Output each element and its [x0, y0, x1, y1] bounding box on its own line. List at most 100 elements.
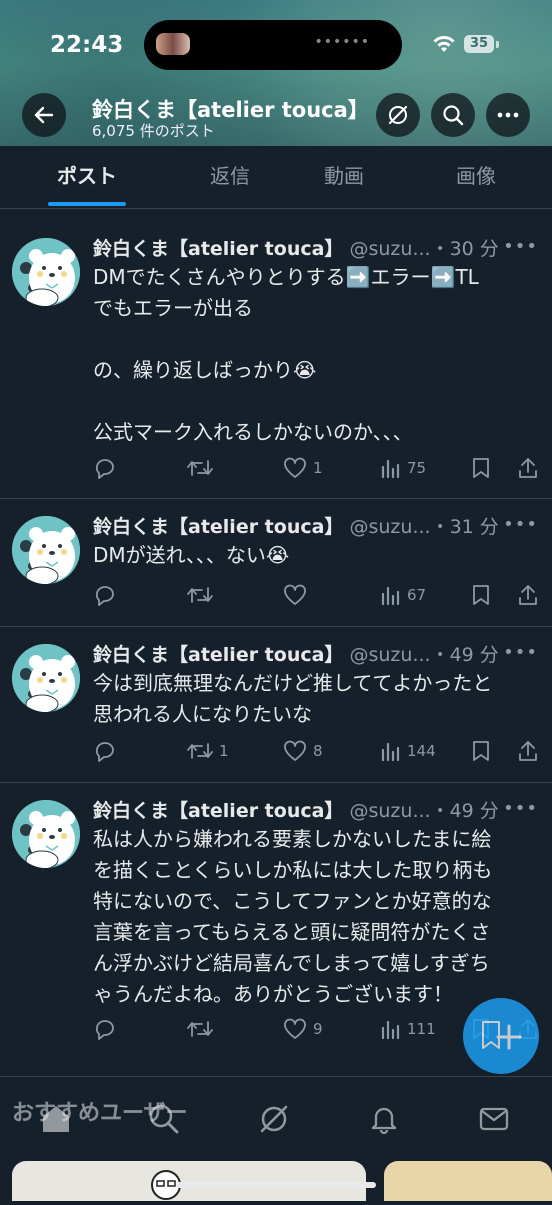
tweet-text-line: DMが送れ、、、ない😭	[93, 543, 290, 567]
repost-button[interactable]	[187, 582, 219, 608]
avatar[interactable]	[12, 238, 80, 306]
tweet-time: ・49 分	[430, 800, 499, 822]
tweet-more-icon[interactable]: •••	[503, 798, 538, 819]
views-button[interactable]: 75	[379, 455, 426, 481]
like-button[interactable]: 9	[283, 1016, 323, 1042]
tweet-actions: 1 8 144	[93, 738, 545, 764]
avatar[interactable]	[12, 516, 80, 584]
avatar[interactable]	[12, 644, 80, 712]
tweet-text-line: 言葉を言ってもらえると頭に疑問符がたくさ	[93, 920, 491, 944]
tweet-text-line: 特にないので、こうしてファンとか好意的な	[93, 889, 492, 913]
search-button[interactable]	[431, 93, 475, 137]
author-name[interactable]: 鈴白くま【atelier touca】	[93, 644, 343, 666]
dynamic-island: ••••••	[144, 20, 402, 70]
tweet-header: 鈴白くま【atelier touca】 @suzu...・49 分	[93, 640, 499, 667]
tab-replies[interactable]: 返信	[188, 146, 272, 208]
back-button[interactable]	[22, 93, 66, 137]
active-tab-indicator	[48, 202, 126, 206]
bookmark-icon	[473, 741, 489, 761]
author-handle: @suzu...	[349, 800, 431, 822]
like-count: 9	[313, 1020, 323, 1038]
grok-button[interactable]	[376, 93, 420, 137]
reply-button[interactable]	[93, 1016, 123, 1042]
bookmark-button[interactable]	[471, 455, 491, 481]
views-button[interactable]: 67	[379, 582, 426, 608]
views-button[interactable]: 111	[379, 1016, 436, 1042]
grok-icon	[388, 105, 408, 125]
tweet-time: ・30 分	[430, 238, 499, 260]
like-button[interactable]: 8	[283, 738, 323, 764]
share-icon	[519, 458, 537, 478]
like-icon	[284, 1018, 306, 1039]
tweet-text-line	[93, 386, 533, 417]
tweet-header: 鈴白くま【atelier touca】 @suzu...・31 分	[93, 512, 499, 539]
recommended-users-heading: おすすめユーザー	[12, 1101, 188, 1126]
share-button[interactable]	[517, 582, 539, 608]
avatar[interactable]	[12, 800, 80, 868]
views-button[interactable]: 144	[379, 738, 436, 764]
author-name[interactable]: 鈴白くま【atelier touca】	[93, 516, 343, 538]
author-name[interactable]: 鈴白くま【atelier touca】	[93, 800, 343, 822]
compose-post-button[interactable]	[463, 998, 539, 1074]
repost-button[interactable]	[187, 455, 219, 481]
tweet[interactable]: 鈴白くま【atelier touca】 @suzu...・49 分 ••• 今は…	[0, 626, 552, 783]
battery-indicator: 35	[464, 35, 494, 53]
tweet-text-line: 私は人から嫌われる要素しかないしたまに絵	[93, 827, 492, 851]
more-options-button[interactable]	[486, 93, 530, 137]
author-handle: @suzu...	[349, 644, 431, 666]
bookmark-icon	[473, 458, 489, 478]
tab-images[interactable]: 画像	[434, 146, 518, 208]
avatar-bear-illustration	[12, 516, 80, 584]
status-time: 22:43	[50, 32, 124, 58]
tweet-time: ・31 分	[430, 516, 499, 538]
repost-button[interactable]	[187, 1016, 219, 1042]
profile-tabs: ポスト 返信 動画 画像	[0, 146, 552, 209]
messages-icon[interactable]	[478, 1103, 510, 1135]
recommended-user-card[interactable]	[12, 1161, 366, 1201]
tweet-text-line: を描くことくらいしか私には大した取り柄も	[93, 858, 493, 882]
author-handle: @suzu...	[349, 516, 431, 538]
repost-icon	[187, 743, 213, 759]
author-name[interactable]: 鈴白くま【atelier touca】	[93, 238, 343, 260]
reply-icon	[95, 586, 114, 606]
views-icon	[381, 1020, 400, 1040]
recommended-user-card-2[interactable]	[384, 1161, 552, 1201]
more-icon	[497, 112, 519, 118]
avatar-bear-illustration	[12, 800, 80, 868]
grok-nav-icon[interactable]	[258, 1103, 290, 1135]
tweet-text: 今は到底無理なんだけど推しててよかったと 思われる人になりたいな	[93, 668, 533, 730]
reply-button[interactable]	[93, 738, 123, 764]
views-count: 144	[407, 742, 436, 760]
like-button[interactable]	[283, 582, 313, 608]
tab-videos[interactable]: 動画	[302, 146, 386, 208]
tweet-text-line: 公式マーク入れるしかないのか、、、	[93, 420, 413, 444]
share-button[interactable]	[517, 455, 539, 481]
back-arrow-icon	[34, 106, 54, 124]
like-icon	[284, 740, 306, 761]
bookmark-button[interactable]	[471, 582, 491, 608]
repost-button[interactable]: 1	[187, 738, 229, 764]
tweet-more-icon[interactable]: •••	[503, 236, 538, 257]
notifications-icon[interactable]	[368, 1103, 400, 1135]
tweet-actions: 67	[93, 582, 545, 608]
tweet-text-line: の、繰り返しばっかり😭	[93, 358, 317, 382]
status-bar: 22:43 •••••• 35	[0, 0, 552, 84]
bookmark-button[interactable]	[471, 738, 491, 764]
tab-posts[interactable]: ポスト	[40, 146, 134, 208]
battery-nub	[496, 41, 499, 48]
reply-button[interactable]	[93, 582, 123, 608]
like-count: 8	[313, 742, 323, 760]
tweet[interactable]: 鈴白くま【atelier touca】 @suzu...・31 分 ••• DM…	[0, 498, 552, 627]
tweet-header: 鈴白くま【atelier touca】 @suzu...・30 分	[93, 234, 499, 261]
like-button[interactable]: 1	[283, 455, 323, 481]
tweet-more-icon[interactable]: •••	[503, 642, 538, 663]
share-button[interactable]	[517, 738, 539, 764]
profile-nav-bar: 鈴白くま【atelier touca】 6,075 件のポスト	[0, 84, 552, 146]
share-icon	[519, 741, 537, 761]
reply-button[interactable]	[93, 455, 123, 481]
tweet[interactable]: 鈴白くま【atelier touca】 @suzu...・30 分 ••• DM…	[0, 210, 552, 499]
wifi-icon	[433, 36, 455, 52]
repost-icon	[187, 1021, 213, 1037]
tweet-more-icon[interactable]: •••	[503, 514, 538, 535]
repost-icon	[187, 460, 213, 476]
